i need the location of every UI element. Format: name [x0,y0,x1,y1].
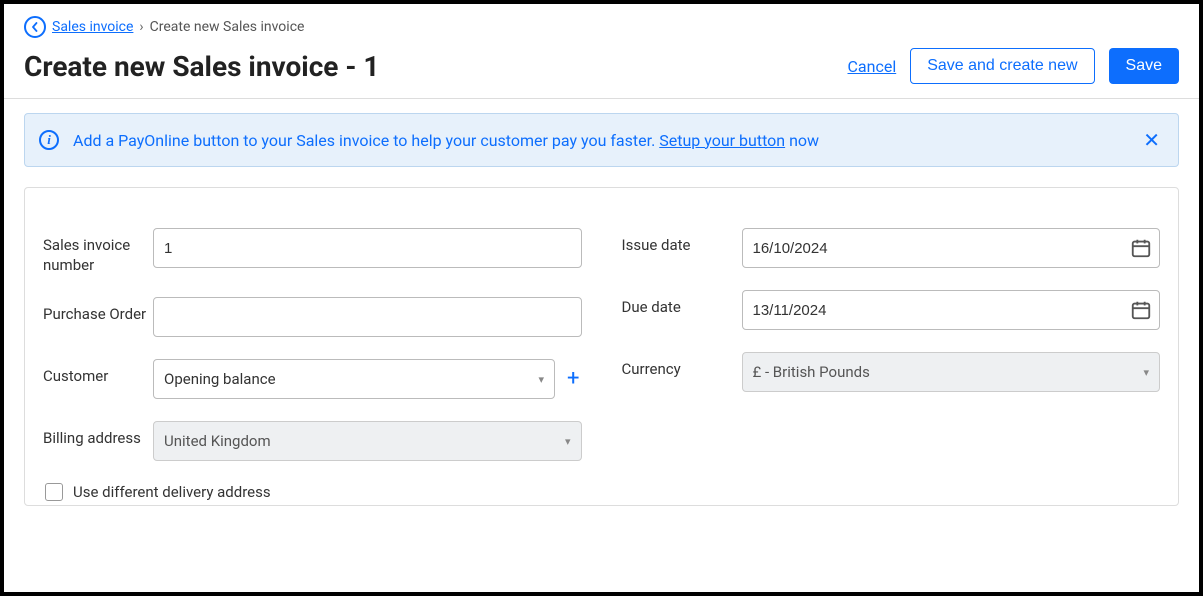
info-banner: i Add a PayOnline button to your Sales i… [24,113,1179,167]
invoice-number-input[interactable] [153,228,582,268]
add-customer-button[interactable]: + [565,368,581,390]
customer-label: Customer [43,359,153,387]
currency-label: Currency [622,352,742,380]
form-left-column: Sales invoice number Purchase Order Cust… [43,228,582,501]
invoice-number-label: Sales invoice number [43,228,153,275]
delivery-address-checkbox-label: Use different delivery address [73,483,271,501]
close-icon[interactable]: ✕ [1139,128,1164,152]
save-button[interactable]: Save [1109,48,1179,84]
page-header: Create new Sales invoice - 1 Cancel Save… [24,48,1179,84]
purchase-order-label: Purchase Order [43,297,153,325]
delivery-address-checkbox[interactable] [45,483,63,501]
form-card: Sales invoice number Purchase Order Cust… [24,187,1179,506]
breadcrumb-current: Create new Sales invoice [150,19,305,35]
purchase-order-input[interactable] [153,297,582,337]
issue-date-label: Issue date [622,228,742,256]
currency-select-value: £ - British Pounds [753,363,870,381]
calendar-icon[interactable] [1130,237,1152,259]
cancel-button[interactable]: Cancel [848,57,897,76]
breadcrumb-separator: › [139,19,143,35]
header-actions: Cancel Save and create new Save [848,48,1180,84]
billing-address-label: Billing address [43,421,153,449]
due-date-label: Due date [622,290,742,318]
info-icon: i [39,130,59,150]
form-right-column: Issue date Due date [622,228,1161,501]
billing-address-value: United Kingdom [164,432,271,450]
banner-message: Add a PayOnline button to your Sales inv… [73,131,1139,150]
customer-select[interactable]: Opening balance ▾ [153,359,555,399]
banner-setup-link[interactable]: Setup your button [659,131,785,150]
chevron-down-icon: ▾ [1143,366,1149,379]
customer-select-value: Opening balance [164,370,276,388]
breadcrumb-parent-link[interactable]: Sales invoice [52,19,133,35]
issue-date-input[interactable] [742,228,1161,268]
due-date-input[interactable] [742,290,1161,330]
chevron-down-icon: ▾ [565,435,571,448]
header-divider [4,98,1199,99]
back-icon[interactable] [24,16,46,38]
currency-select[interactable]: £ - British Pounds ▾ [742,352,1161,392]
banner-text-post: now [785,131,819,150]
chevron-down-icon: ▾ [538,373,544,386]
save-and-create-new-button[interactable]: Save and create new [910,48,1094,84]
calendar-icon[interactable] [1130,299,1152,321]
breadcrumb: Sales invoice › Create new Sales invoice [24,16,1179,38]
banner-text-pre: Add a PayOnline button to your Sales inv… [73,131,659,150]
page-title: Create new Sales invoice - 1 [24,50,848,83]
billing-address-select[interactable]: United Kingdom ▾ [153,421,582,461]
